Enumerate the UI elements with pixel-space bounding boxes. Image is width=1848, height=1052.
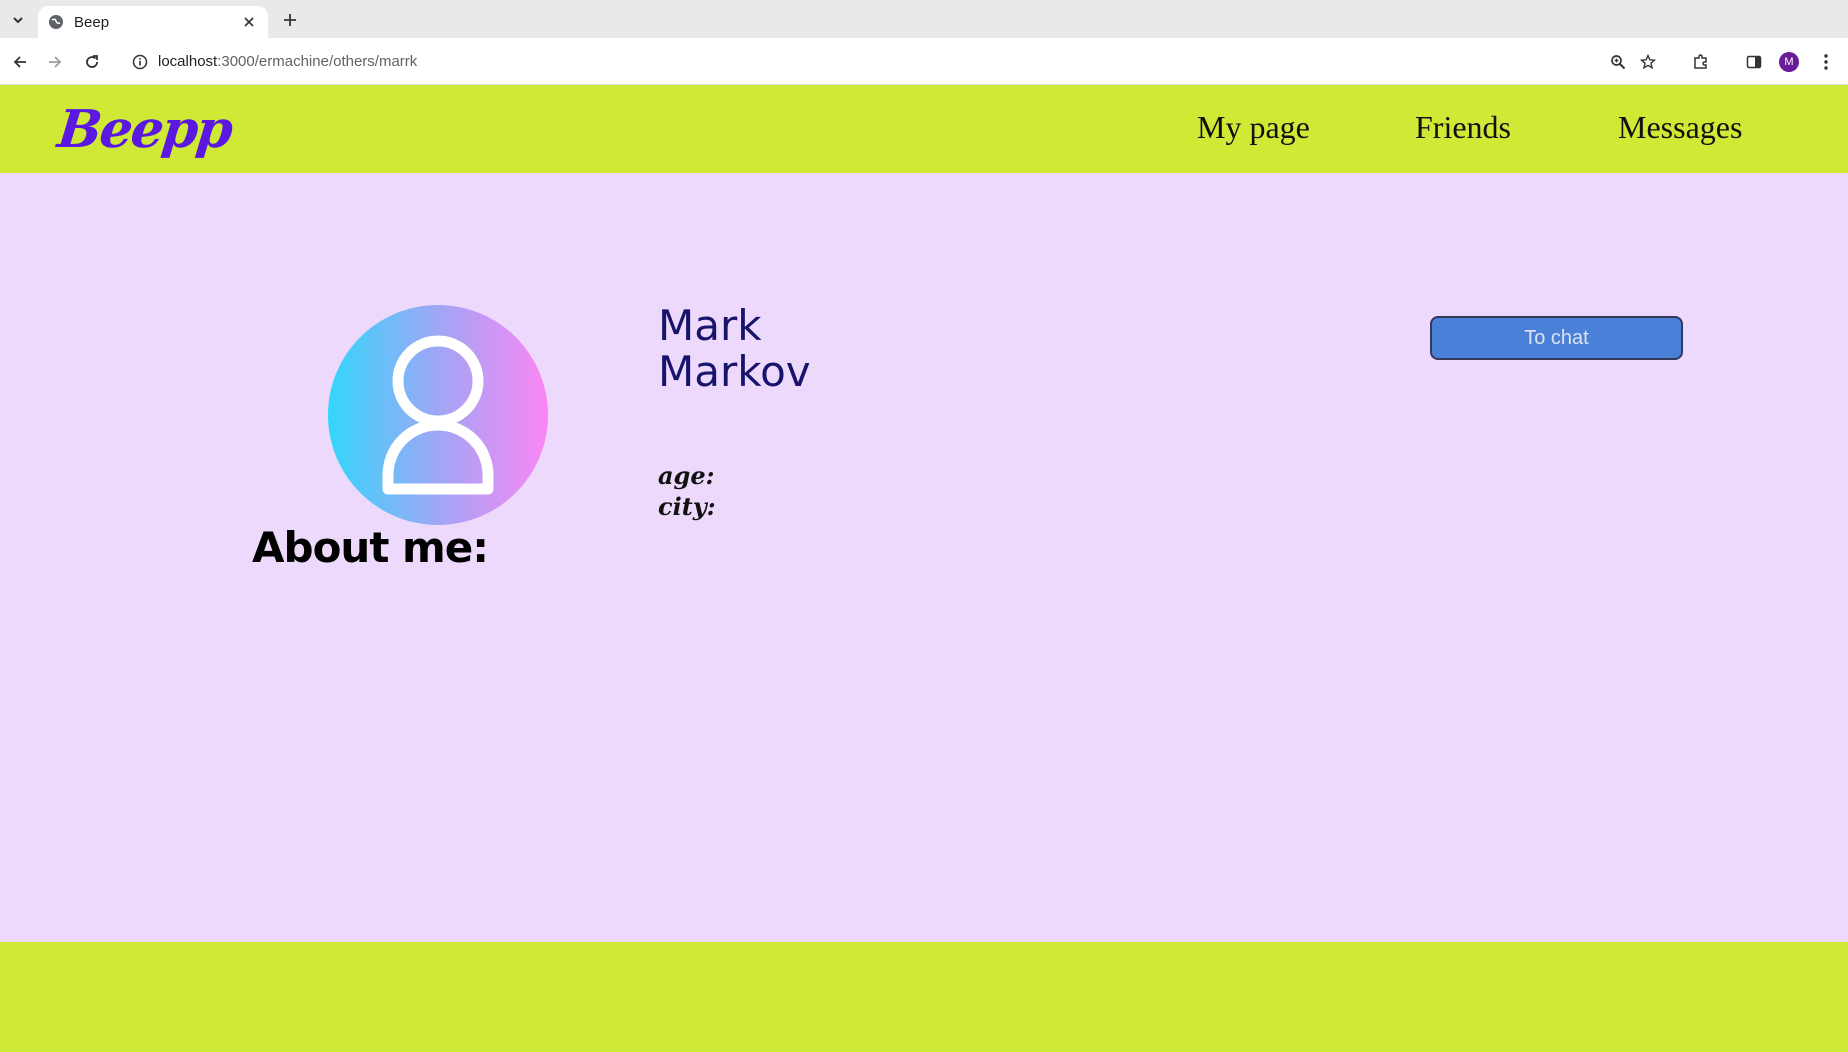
plus-icon — [284, 14, 296, 26]
user-icon — [382, 335, 494, 495]
web-page: Beepp My page Friends Messages Mark Mark… — [0, 85, 1848, 1052]
user-name: Mark Markov — [658, 303, 811, 395]
address-bar[interactable]: localhost:3000/ermachine/others/marrk — [118, 44, 1674, 79]
reload-icon — [86, 55, 98, 68]
star-icon — [1640, 54, 1656, 70]
nav-friends[interactable]: Friends — [1415, 109, 1511, 146]
url-text: localhost:3000/ermachine/others/marrk — [158, 53, 417, 70]
site-info-button[interactable] — [122, 44, 158, 79]
forward-button[interactable] — [41, 48, 69, 76]
bookmark-button[interactable] — [1634, 48, 1662, 76]
puzzle-icon — [1694, 54, 1707, 69]
arrow-right-icon — [49, 56, 62, 68]
close-icon — [244, 17, 254, 27]
site-logo[interactable]: Beepp — [55, 99, 234, 160]
browser-toolbar: localhost:3000/ermachine/others/marrk M — [0, 38, 1848, 85]
last-name: Markov — [658, 347, 811, 396]
url-path: :3000/ermachine/others/marrk — [217, 53, 418, 70]
profile-avatar: M — [1779, 52, 1799, 72]
browser-tab-active[interactable]: Beep — [38, 6, 268, 38]
to-chat-button[interactable]: To chat — [1430, 316, 1683, 360]
zoom-icon — [1611, 55, 1626, 70]
profile-button[interactable]: M — [1775, 48, 1803, 76]
kebab-menu-icon — [1824, 54, 1828, 70]
tab-close-button[interactable] — [238, 11, 260, 33]
tab-title: Beep — [74, 13, 110, 31]
nav-my-page[interactable]: My page — [1197, 109, 1310, 146]
browser-menu-button[interactable] — [1812, 48, 1840, 76]
site-footer — [0, 942, 1848, 1052]
first-name: Mark — [658, 301, 762, 350]
profile-content: Mark Markov age: city: To chat About me: — [0, 173, 1848, 942]
back-button[interactable] — [6, 48, 34, 76]
globe-icon — [49, 15, 63, 29]
age-label: age: — [658, 461, 715, 490]
info-icon — [132, 54, 148, 69]
reload-button[interactable] — [78, 48, 106, 76]
arrow-left-icon — [13, 56, 26, 68]
zoom-button[interactable] — [1604, 48, 1632, 76]
side-panel-button[interactable] — [1740, 48, 1768, 76]
new-tab-button[interactable] — [278, 8, 302, 32]
browser-tabstrip: Beep — [0, 0, 1848, 38]
side-panel-icon — [1746, 55, 1762, 69]
url-host: localhost — [158, 53, 218, 70]
avatar — [328, 305, 548, 525]
chevron-down-icon — [13, 17, 23, 24]
about-me-heading: About me: — [252, 523, 489, 572]
tab-search-button[interactable] — [6, 8, 30, 32]
nav-messages[interactable]: Messages — [1618, 109, 1742, 146]
extensions-button[interactable] — [1687, 48, 1715, 76]
city-label: city: — [658, 492, 716, 521]
site-header: Beepp My page Friends Messages — [0, 85, 1848, 173]
